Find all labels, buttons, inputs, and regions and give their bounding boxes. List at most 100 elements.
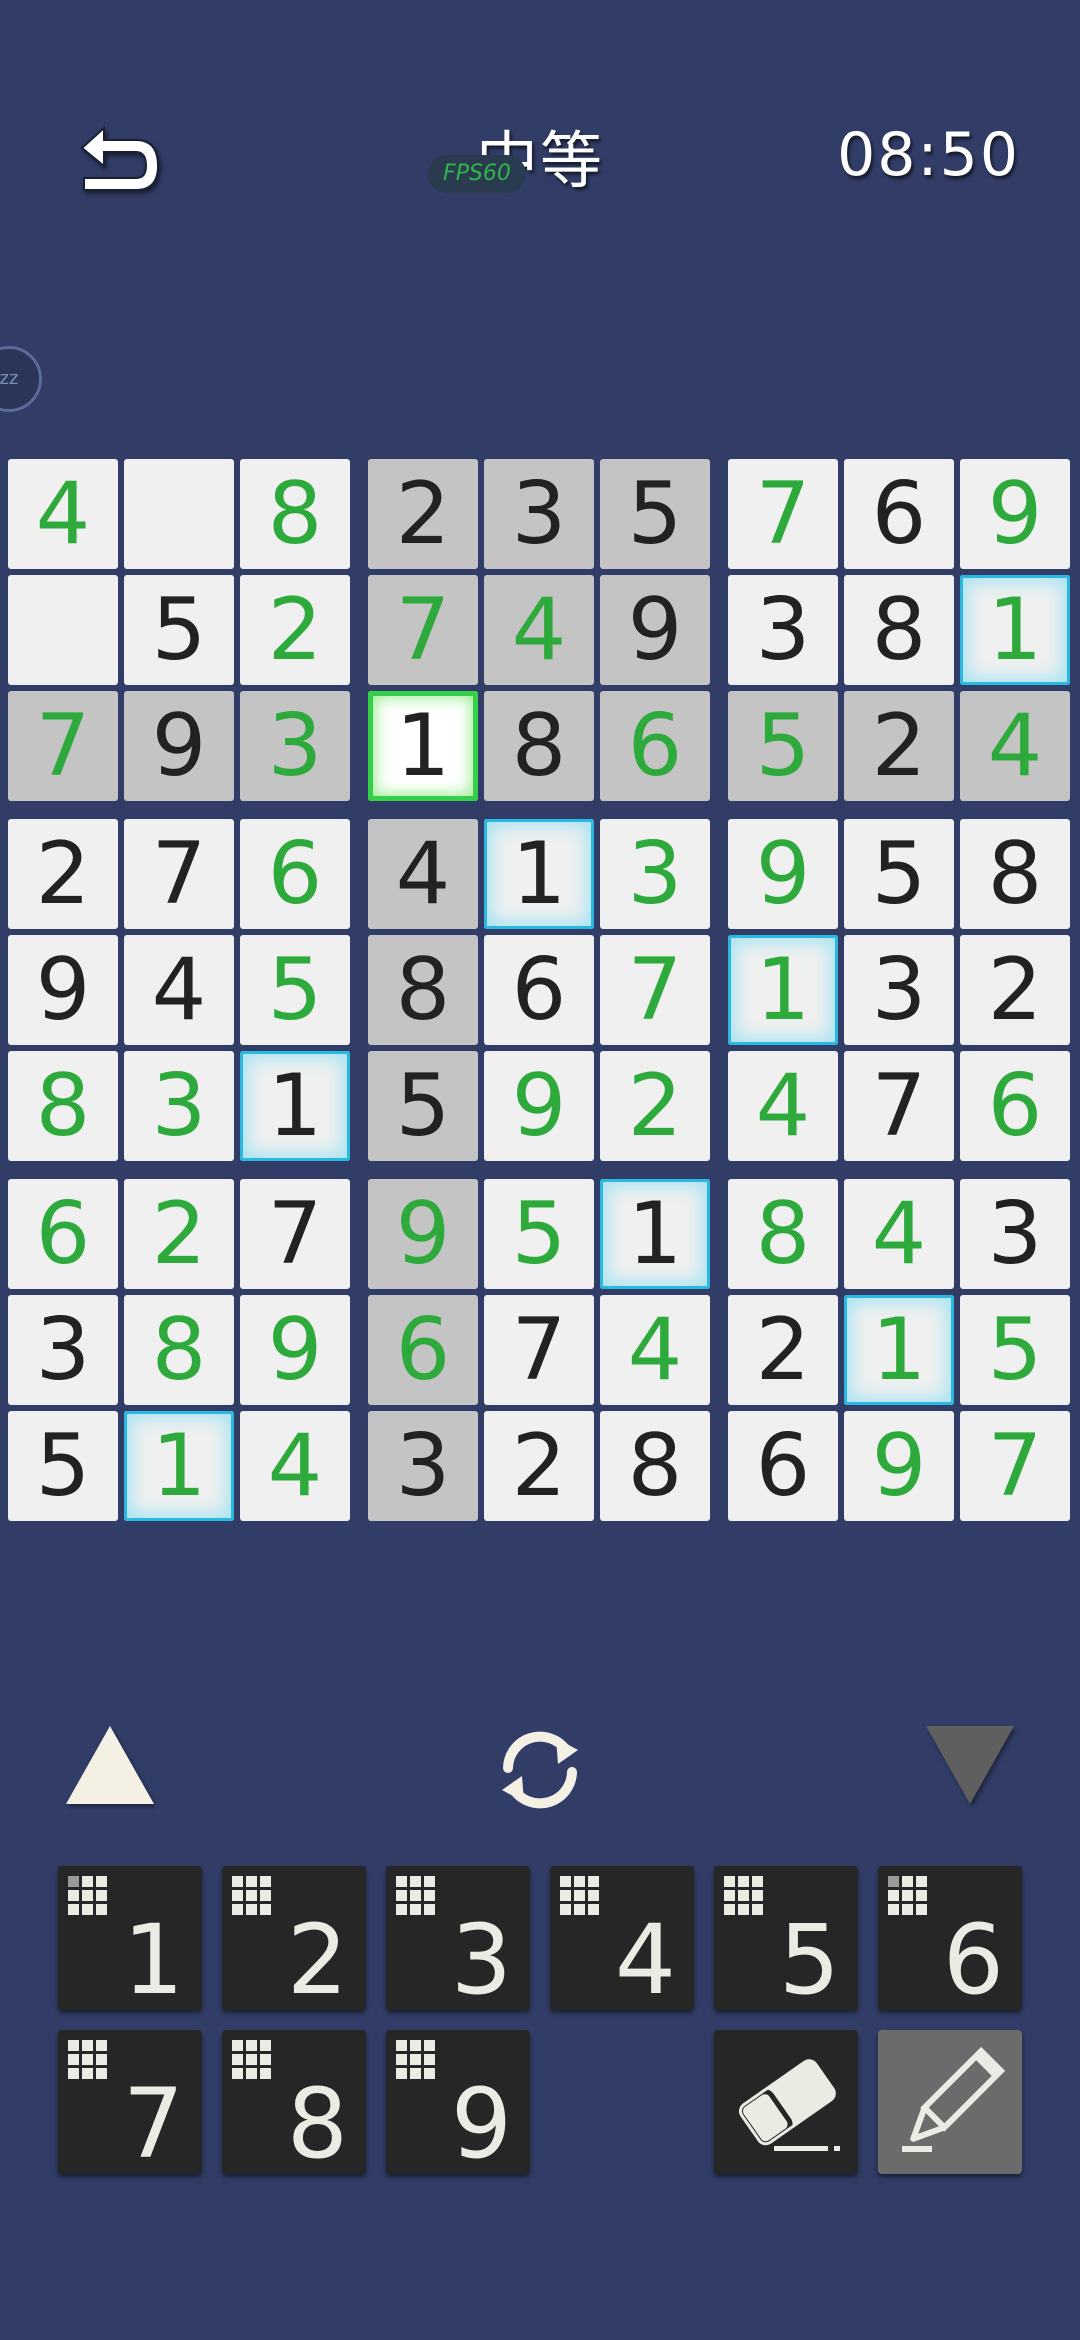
number-key-4[interactable]: 4	[550, 1866, 694, 2016]
board-cell[interactable]: 8	[728, 1179, 838, 1289]
board-cell[interactable]: 9	[8, 935, 118, 1045]
board-cell[interactable]: 2	[728, 1295, 838, 1405]
board-cell[interactable]: 3	[484, 459, 594, 569]
board-cell[interactable]: 5	[124, 575, 234, 685]
board-cell[interactable]: 6	[484, 935, 594, 1045]
board-cell[interactable]: 6	[368, 1295, 478, 1405]
board-cell[interactable]: 7	[844, 1051, 954, 1161]
board-cell[interactable]: 7	[600, 935, 710, 1045]
next-button[interactable]	[920, 1720, 1020, 1814]
board-cell[interactable]: 7	[368, 575, 478, 685]
board-cell[interactable]: 7	[240, 1179, 350, 1289]
board-cell[interactable]: 5	[960, 1295, 1070, 1405]
board-cell[interactable]: 7	[124, 819, 234, 929]
board-cell[interactable]: 2	[368, 459, 478, 569]
board-cell[interactable]: 5	[844, 819, 954, 929]
board-cell[interactable]: 1	[240, 1051, 350, 1161]
board-cell[interactable]: 2	[240, 575, 350, 685]
board-cell[interactable]: 3	[368, 1411, 478, 1521]
board-cell[interactable]: 8	[960, 819, 1070, 929]
board-cell[interactable]: 7	[484, 1295, 594, 1405]
number-key-2[interactable]: 2	[222, 1866, 366, 2016]
board-cell[interactable]: 2	[844, 691, 954, 801]
board-cell[interactable]: 6	[728, 1411, 838, 1521]
board-cell[interactable]: 6	[600, 691, 710, 801]
board-cell[interactable]: 9	[240, 1295, 350, 1405]
pause-button[interactable]: zz	[0, 346, 42, 412]
board-cell[interactable]: 1	[728, 935, 838, 1045]
board-cell[interactable]: 4	[240, 1411, 350, 1521]
cell-digit: 8	[755, 1184, 811, 1284]
board-cell[interactable]: 4	[728, 1051, 838, 1161]
board-cell[interactable]: 6	[960, 1051, 1070, 1161]
pencil-button[interactable]	[878, 2030, 1022, 2174]
board-cell[interactable]: 1	[600, 1179, 710, 1289]
board-cell[interactable]: 8	[844, 575, 954, 685]
number-key-6[interactable]: 6	[878, 1866, 1022, 2016]
board-cell[interactable]: 4	[124, 935, 234, 1045]
board-cell[interactable]: 3	[728, 575, 838, 685]
board-cell[interactable]: 4	[368, 819, 478, 929]
board-cell[interactable]: 4	[8, 459, 118, 569]
board-cell[interactable]: 8	[8, 1051, 118, 1161]
board-cell[interactable]: 2	[8, 819, 118, 929]
number-key-8[interactable]: 8	[222, 2030, 366, 2180]
board-cell[interactable]: 3	[844, 935, 954, 1045]
previous-button[interactable]	[60, 1720, 160, 1814]
board-cell[interactable]: 2	[600, 1051, 710, 1161]
number-key-9[interactable]: 9	[386, 2030, 530, 2180]
board-cell[interactable]: 4	[600, 1295, 710, 1405]
board-cell[interactable]: 1	[484, 819, 594, 929]
board-cell[interactable]: 7	[728, 459, 838, 569]
board-cell[interactable]: 5	[484, 1179, 594, 1289]
refresh-button[interactable]	[488, 1720, 592, 1824]
board-cell[interactable]: 5	[240, 935, 350, 1045]
board-cell[interactable]: 5	[368, 1051, 478, 1161]
board-cell[interactable]: 9	[484, 1051, 594, 1161]
board-cell[interactable]: 8	[484, 691, 594, 801]
board-cell[interactable]: 3	[600, 819, 710, 929]
board-cell[interactable]: 7	[960, 1411, 1070, 1521]
board-cell[interactable]: 9	[844, 1411, 954, 1521]
board-cell[interactable]: 4	[960, 691, 1070, 801]
board-cell[interactable]: 6	[240, 819, 350, 929]
board-cell[interactable]: 5	[8, 1411, 118, 1521]
board-cell[interactable]: 8	[240, 459, 350, 569]
board-cell[interactable]: 1	[368, 691, 478, 801]
board-cell[interactable]: 9	[600, 575, 710, 685]
board-cell[interactable]: 8	[368, 935, 478, 1045]
board-cell[interactable]	[124, 459, 234, 569]
board-cell[interactable]: 1	[960, 575, 1070, 685]
board-cell[interactable]: 4	[484, 575, 594, 685]
board-cell[interactable]: 8	[600, 1411, 710, 1521]
board-cell[interactable]: 3	[124, 1051, 234, 1161]
board-cell[interactable]: 9	[960, 459, 1070, 569]
board-cell[interactable]: 7	[8, 691, 118, 801]
board-cell[interactable]: 9	[368, 1179, 478, 1289]
board-cell[interactable]: 5	[728, 691, 838, 801]
board-cell[interactable]: 9	[124, 691, 234, 801]
board-cell[interactable]	[8, 575, 118, 685]
board-cell[interactable]: 3	[240, 691, 350, 801]
board-cell[interactable]: 3	[8, 1295, 118, 1405]
number-key-1[interactable]: 1	[58, 1866, 202, 2016]
board-cell[interactable]: 8	[124, 1295, 234, 1405]
board-cell[interactable]: 3	[960, 1179, 1070, 1289]
number-key-3[interactable]: 3	[386, 1866, 530, 2016]
number-key-5[interactable]: 5	[714, 1866, 858, 2016]
board-cell[interactable]: 5	[600, 459, 710, 569]
cell-digit: 3	[267, 696, 323, 796]
cell-digit: 4	[755, 1056, 811, 1156]
board-cell[interactable]: 1	[844, 1295, 954, 1405]
board-cell[interactable]: 2	[960, 935, 1070, 1045]
board-cell[interactable]: 1	[124, 1411, 234, 1521]
board-cell[interactable]: 2	[124, 1179, 234, 1289]
back-button[interactable]	[72, 118, 172, 208]
eraser-button[interactable]	[714, 2030, 858, 2174]
board-cell[interactable]: 6	[8, 1179, 118, 1289]
number-key-7[interactable]: 7	[58, 2030, 202, 2180]
board-cell[interactable]: 9	[728, 819, 838, 929]
board-cell[interactable]: 2	[484, 1411, 594, 1521]
board-cell[interactable]: 4	[844, 1179, 954, 1289]
board-cell[interactable]: 6	[844, 459, 954, 569]
